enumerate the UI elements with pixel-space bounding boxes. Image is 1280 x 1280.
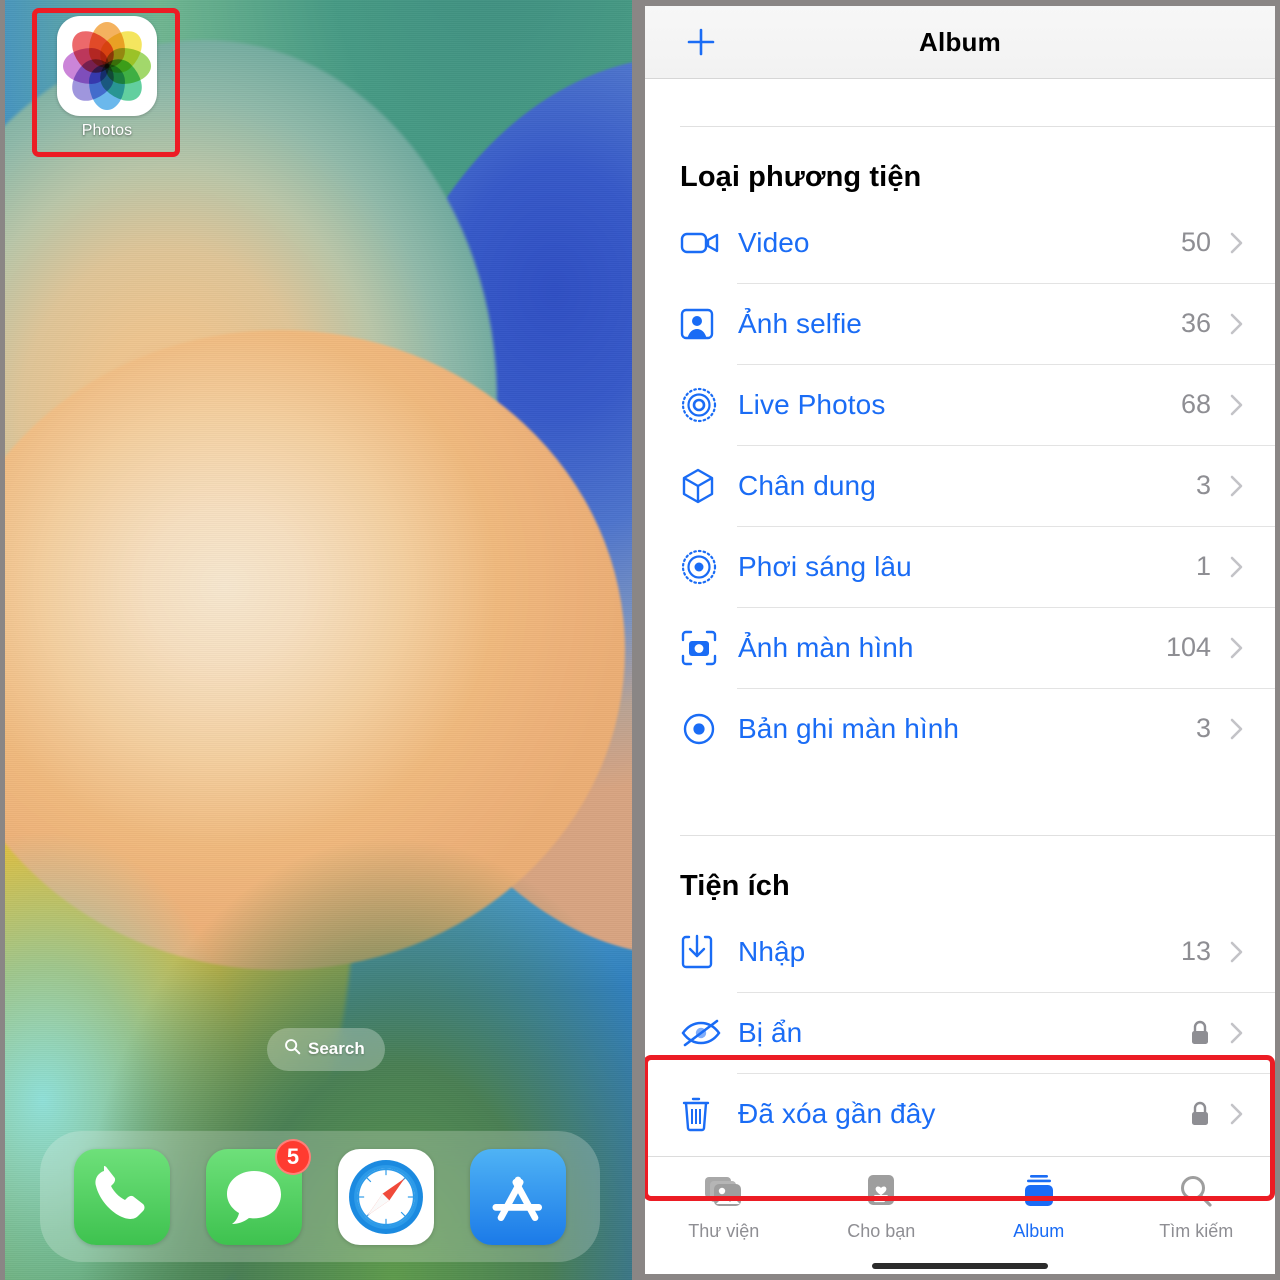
album-row-label: Chân dung [738,469,876,501]
tab-library[interactable]: Thư viện [645,1173,803,1242]
tab-label: Tìm kiếm [1159,1221,1234,1241]
album-row-count: 3 [1195,713,1211,743]
utilities-rows: Nhập 13 Bị ẩn Đã xóa gần đây [645,911,1275,1154]
chevron-right-icon [1229,1102,1245,1126]
album-row-long-exposure[interactable]: Phơi sáng lâu 1 [645,526,1275,607]
section-gap [645,769,1275,835]
search-magnifier-icon [1178,1173,1214,1214]
album-row-portrait[interactable]: Chân dung 3 [645,445,1275,526]
album-row-label: Video [738,226,810,258]
long-exposure-icon [680,548,730,586]
dock-icon-phone[interactable] [74,1148,170,1245]
wallpaper-noise [5,0,632,1280]
app-store-icon [492,1176,543,1221]
album-row-label: Live Photos [738,388,886,420]
safari-icon [349,1159,423,1234]
section-header-utilities: Tiện ích [680,870,790,902]
album-row-count: 1 [1195,551,1211,581]
chevron-right-icon [1229,312,1245,336]
section-header-media-type: Loại phương tiện [680,161,922,193]
album-row-label: Bị ẩn [738,1016,803,1048]
search-icon [284,1038,301,1060]
album-row-count: 68 [1180,389,1211,419]
album-row-label: Đã xóa gần đây [738,1097,936,1129]
for-you-card-icon [864,1173,898,1214]
tab-label: Album [1013,1221,1065,1241]
chevron-right-icon [1229,231,1245,255]
live-photo-icon [680,386,730,424]
messages-badge: 5 [275,1138,311,1175]
home-indicator [872,1263,1048,1269]
chevron-right-icon [1229,1021,1245,1045]
add-album-button[interactable] [681,22,721,62]
chevron-right-icon [1229,555,1245,579]
album-row-count: 36 [1180,308,1211,338]
person-portrait-icon [680,307,730,341]
screenshot-icon [680,629,730,667]
chevron-right-icon [1229,940,1245,964]
tab-bar: Thư viện Cho bạn Album Tìm kiếm [645,1156,1275,1274]
album-row-count: 104 [1165,632,1211,662]
screenshot-root: Photos Search 5 Album Loại phương tiện V… [0,0,1280,1280]
trash-icon [680,1095,730,1133]
album-row-label: Nhập [738,935,806,967]
cube-icon [680,467,730,505]
media-type-rows: Video 50 Ảnh selfie 36 Live Photos 68 Ch… [645,202,1275,769]
iphone-home-screen: Photos Search 5 [5,0,632,1280]
chevron-right-icon [1229,636,1245,660]
screen-recording-icon [680,710,730,748]
page-title: Album [919,26,1001,57]
home-search-button[interactable]: Search [267,1028,385,1071]
chevron-right-icon [1229,474,1245,498]
plus-icon [687,28,715,56]
lock-icon [1189,1100,1211,1128]
home-dock: 5 [40,1131,600,1262]
library-photos-icon [703,1173,745,1214]
top-spacer [645,79,1275,126]
app-icon-label: Photos [81,122,133,139]
album-row-video[interactable]: Video 50 [645,202,1275,283]
tab-search[interactable]: Tìm kiếm [1118,1173,1276,1242]
navigation-bar: Album [645,6,1275,79]
album-row-label: Bản ghi màn hình [738,712,960,744]
albums-stack-icon [1019,1173,1059,1214]
photos-app-icon[interactable] [57,16,157,116]
tab-label: Cho bạn [847,1221,916,1241]
album-row-label: Ảnh màn hình [738,631,914,663]
dock-icon-messages[interactable]: 5 [206,1138,311,1245]
video-camera-icon [680,227,730,259]
album-row-count: 50 [1180,227,1211,257]
dock-icon-app-store[interactable] [470,1148,566,1245]
tab-label: Thư viện [688,1221,760,1241]
dock-icon-safari[interactable] [338,1148,434,1245]
import-icon [680,934,730,970]
home-search-label: Search [308,1039,365,1058]
album-row-imports[interactable]: Nhập 13 [645,911,1275,992]
album-list-scroll[interactable]: Loại phương tiện Video 50 Ảnh selfie 36 … [645,79,1275,1274]
album-row-count: 13 [1180,936,1211,966]
album-row-count: 3 [1195,470,1211,500]
lock-icon [1189,1019,1211,1047]
eye-slash-icon [680,1018,730,1048]
album-row-screenshots[interactable]: Ảnh màn hình 104 [645,607,1275,688]
album-row-label: Phơi sáng lâu [738,550,912,582]
phone-icon [95,1165,145,1219]
album-row-live-photos[interactable]: Live Photos 68 [645,364,1275,445]
tab-for-you[interactable]: Cho bạn [803,1173,961,1242]
tab-albums[interactable]: Album [960,1173,1118,1242]
album-row-recently-deleted[interactable]: Đã xóa gần đây [645,1073,1275,1154]
album-row-screen-recordings[interactable]: Bản ghi màn hình 3 [645,688,1275,769]
photos-app-screen: Album Loại phương tiện Video 50 Ảnh self… [645,6,1275,1274]
album-row-hidden[interactable]: Bị ẩn [645,992,1275,1073]
chevron-right-icon [1229,393,1245,417]
album-row-selfies[interactable]: Ảnh selfie 36 [645,283,1275,364]
app-icon-photos[interactable]: Photos [57,16,157,140]
chevron-right-icon [1229,717,1245,741]
album-row-label: Ảnh selfie [738,307,862,339]
